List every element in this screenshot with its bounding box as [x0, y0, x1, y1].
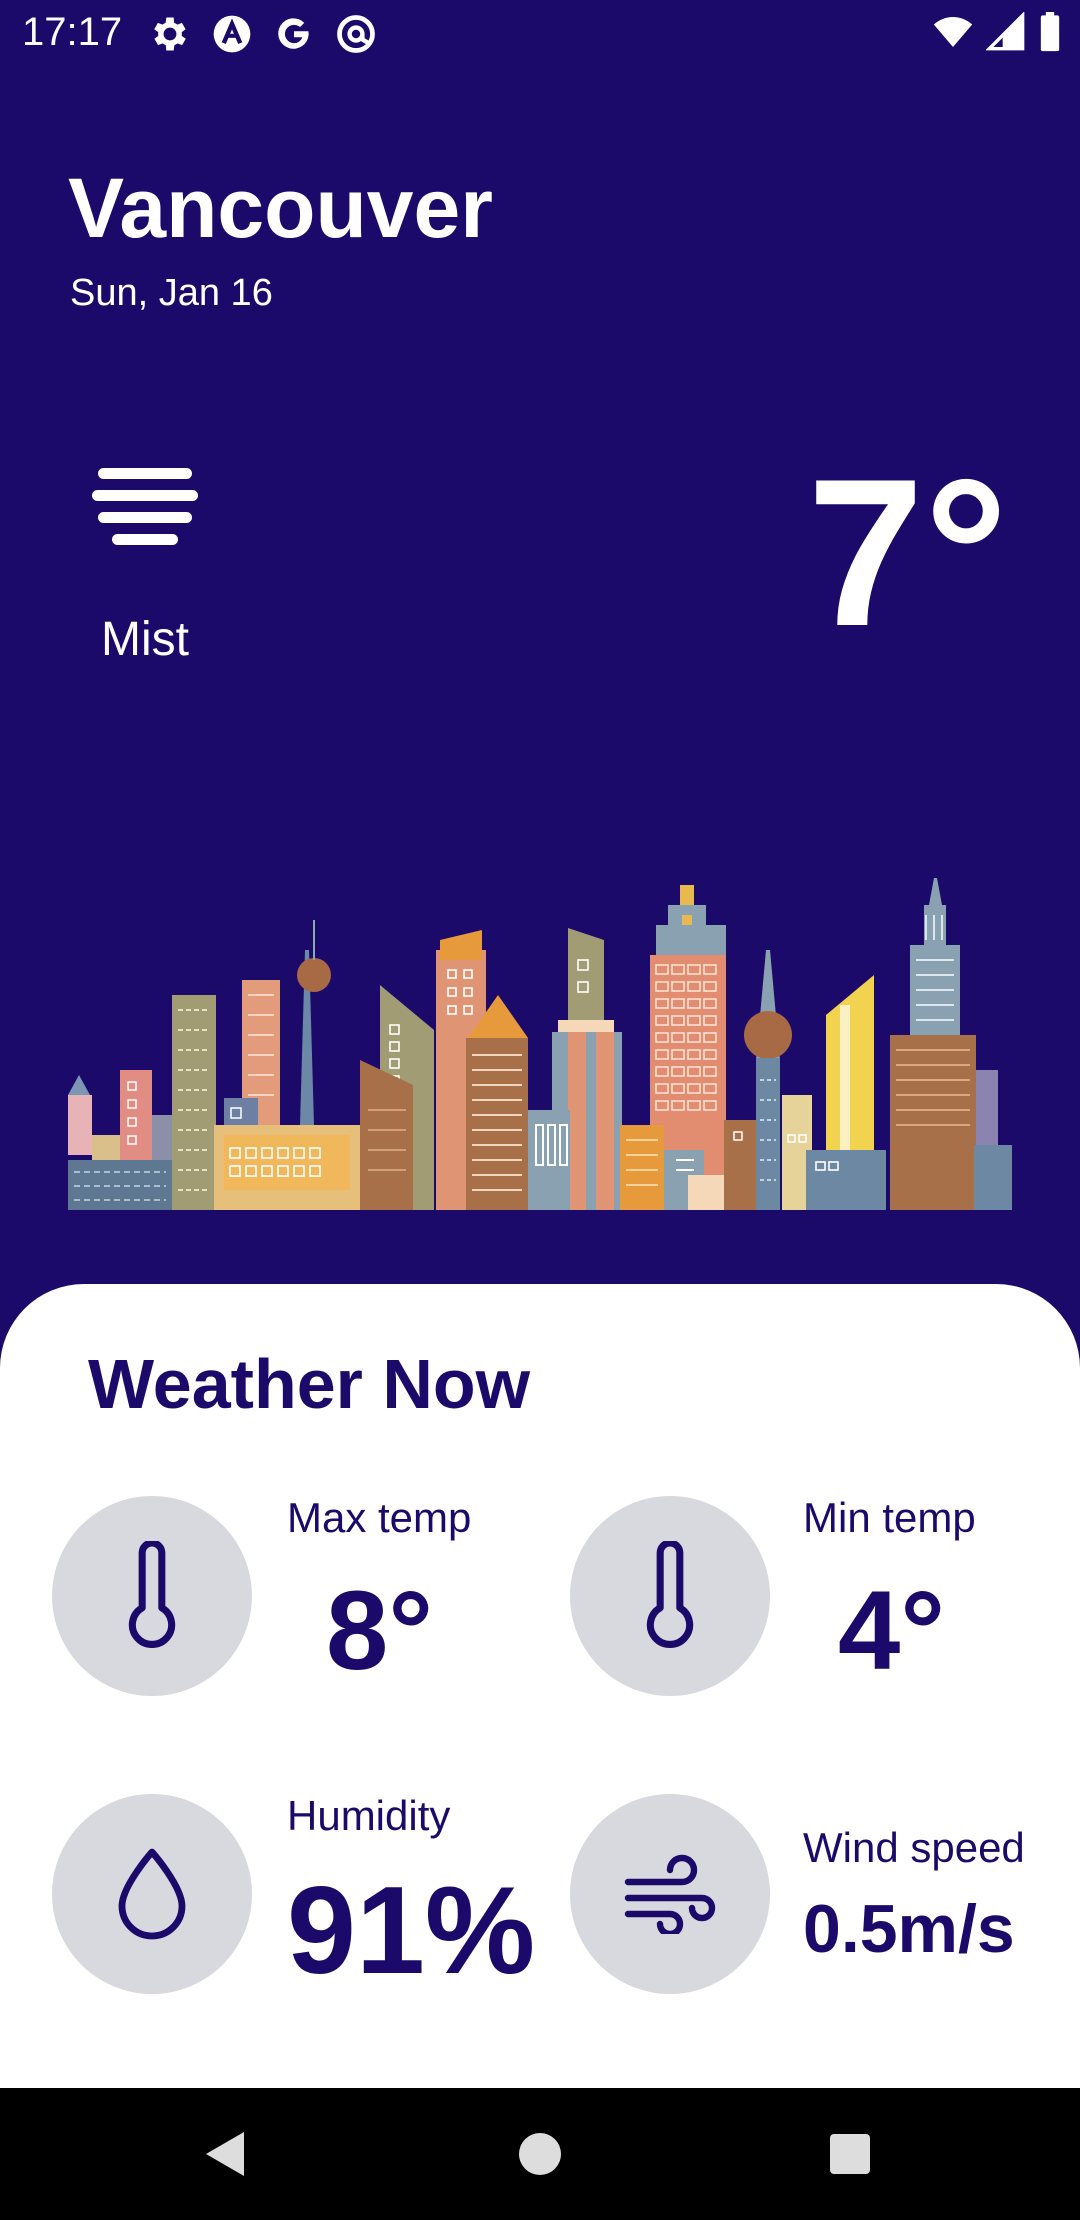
battery-icon — [1040, 12, 1060, 52]
system-navigation-bar — [0, 2088, 1080, 2220]
gear-icon — [154, 17, 186, 51]
min-temp-icon-circle — [570, 1496, 770, 1696]
current-temperature: 7° — [807, 435, 1008, 670]
home-icon — [519, 2133, 561, 2175]
recents-button[interactable] — [790, 2088, 910, 2220]
home-button[interactable] — [480, 2088, 600, 2220]
thermometer-icon — [128, 1541, 176, 1648]
droplet-icon — [118, 1848, 186, 1940]
back-button[interactable] — [166, 2088, 286, 2220]
recents-icon — [830, 2134, 870, 2174]
a-circle-icon — [213, 15, 251, 53]
humidity-label: Humidity — [287, 1792, 451, 1839]
thermometer-icon — [646, 1541, 694, 1648]
condition-label: Mist — [101, 613, 189, 666]
google-g-icon — [278, 18, 309, 49]
back-icon — [206, 2132, 244, 2176]
wind-speed-icon-circle — [570, 1794, 770, 1994]
city-skyline-illustration — [68, 878, 1012, 1210]
weather-now-card: Weather Now Max temp 8° Min temp 4° Humi… — [0, 1284, 1080, 2088]
humidity-value: 91% — [287, 1862, 536, 2000]
max-temp-icon-circle — [52, 1496, 252, 1696]
max-temp-label: Max temp — [287, 1494, 472, 1541]
min-temp-value: 4° — [838, 1568, 946, 1693]
wind-icon — [624, 1854, 716, 1934]
notification-icons — [148, 12, 378, 56]
at-circle-icon — [337, 15, 375, 53]
weather-now-title: Weather Now — [88, 1345, 531, 1423]
system-status-icons — [932, 12, 1062, 52]
min-temp-label: Min temp — [803, 1494, 976, 1541]
signal-icon — [986, 12, 1025, 51]
status-time: 17:17 — [22, 10, 123, 54]
current-date: Sun, Jan 16 — [70, 272, 273, 314]
humidity-icon-circle — [52, 1794, 252, 1994]
city-name: Vancouver — [68, 161, 493, 255]
wind-speed-label: Wind speed — [803, 1824, 1025, 1871]
mist-icon — [92, 468, 198, 545]
wind-speed-value: 0.5m/s — [803, 1891, 1015, 1967]
status-bar: 17:17 — [0, 0, 1080, 66]
wifi-icon — [933, 17, 973, 47]
max-temp-value: 8° — [326, 1568, 434, 1693]
